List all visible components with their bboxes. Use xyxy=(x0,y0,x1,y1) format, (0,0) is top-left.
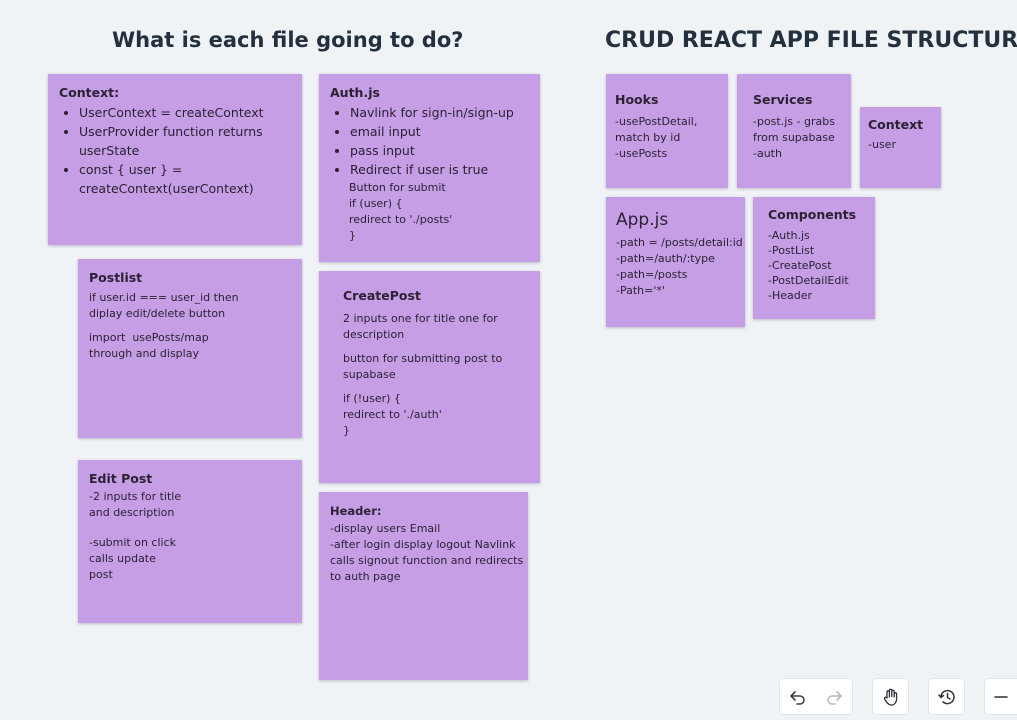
undo-redo-group xyxy=(779,678,853,715)
note-title: Hooks xyxy=(615,92,659,107)
sticky-note-hooks[interactable]: Hooks -usePostDetail, match by id -usePo… xyxy=(606,74,728,188)
note-line: import usePosts/map xyxy=(89,331,209,344)
note-line: post xyxy=(89,568,113,581)
hand-tool-button[interactable] xyxy=(873,679,908,715)
sticky-note-auth-js[interactable]: Auth.js Navlink for sign-in/sign-up emai… xyxy=(319,74,540,262)
note-line: -usePostDetail, xyxy=(615,115,698,128)
note-line: -display users Email xyxy=(330,522,441,535)
note-title: CreatePost xyxy=(343,288,421,303)
sticky-note-edit-post[interactable]: Edit Post -2 inputs for title and descri… xyxy=(78,460,302,623)
sticky-note-components[interactable]: Components -Auth.js -PostList -CreatePos… xyxy=(753,197,875,319)
list-item: email input xyxy=(350,122,529,141)
note-line: -user xyxy=(868,138,896,151)
zoom-out-button[interactable] xyxy=(985,679,1017,715)
sticky-note-context[interactable]: Context -user xyxy=(860,107,941,188)
note-title: Context xyxy=(868,117,924,132)
note-line: -2 inputs for title xyxy=(89,490,182,503)
note-line: to auth page xyxy=(330,570,401,583)
note-line: redirect to './auth' xyxy=(343,408,442,421)
note-line: } xyxy=(343,424,350,437)
note-title: Edit Post xyxy=(89,471,153,486)
note-line: Button for submit xyxy=(349,181,446,194)
note-title: Header: xyxy=(330,504,382,518)
note-line: -Path='*' xyxy=(616,284,665,297)
note-line: -auth xyxy=(753,147,782,160)
note-line: if (!user) { xyxy=(343,392,401,405)
note-line: calls update xyxy=(89,552,156,565)
heading-file-structure: CRUD REACT APP FILE STRUCTURE xyxy=(605,28,1017,53)
note-line: description xyxy=(343,328,405,341)
list-item: const { user } = createContext(userConte… xyxy=(79,160,291,198)
heading-what-each-file-does: What is each file going to do? xyxy=(112,28,464,52)
history-group xyxy=(928,678,965,715)
note-title: Auth.js xyxy=(330,85,380,100)
list-item: UserProvider function returns userState xyxy=(79,122,291,160)
hand-icon xyxy=(883,688,897,706)
note-line: -CreatePost xyxy=(768,259,832,272)
note-line: -PostList xyxy=(768,244,815,257)
sticky-note-context-description[interactable]: Context: UserContext = createContext Use… xyxy=(48,74,302,245)
redo-icon xyxy=(827,690,842,705)
sticky-note-app-js[interactable]: App.js -path = /posts/detail:id -path=/a… xyxy=(606,197,745,327)
list-item: Redirect if user is true xyxy=(350,160,529,179)
note-title: App.js xyxy=(616,210,669,230)
note-line: -usePosts xyxy=(615,147,668,160)
redo-button[interactable] xyxy=(816,679,852,715)
hand-tool-group xyxy=(872,678,909,715)
note-bullet-list: Navlink for sign-in/sign-up email input … xyxy=(330,103,529,179)
note-title: Postlist xyxy=(89,270,143,285)
note-line: if user.id === user_id then xyxy=(89,291,239,304)
note-line: -Auth.js xyxy=(768,229,810,242)
note-line: -PostDetailEdit xyxy=(768,274,849,287)
note-line: and description xyxy=(89,506,175,519)
note-line: -post.js - grabs xyxy=(753,115,835,128)
sticky-note-services[interactable]: Services -post.js - grabs from supabase … xyxy=(737,74,851,188)
history-button[interactable] xyxy=(929,679,964,715)
note-line: } xyxy=(349,229,356,242)
note-line: button for submitting post to xyxy=(343,352,503,365)
note-line: from supabase xyxy=(753,131,835,144)
note-bullet-list: UserContext = createContext UserProvider… xyxy=(59,103,291,198)
note-line: -path=/posts xyxy=(616,268,688,281)
list-item: UserContext = createContext xyxy=(79,103,291,122)
note-line: -path = /posts/detail:id xyxy=(616,236,743,249)
note-title: Services xyxy=(753,92,813,107)
note-line: diplay edit/delete button xyxy=(89,307,226,320)
zoom-group xyxy=(984,678,1017,715)
note-line: supabase xyxy=(343,368,396,381)
minus-icon xyxy=(994,695,1008,698)
note-line: through and display xyxy=(89,347,199,360)
note-line: -path=/auth/:type xyxy=(616,252,715,265)
undo-button[interactable] xyxy=(780,679,816,715)
undo-icon xyxy=(790,690,805,705)
history-icon xyxy=(937,689,955,704)
note-line: -Header xyxy=(768,289,813,302)
note-title: Context: xyxy=(59,85,120,100)
sticky-note-createpost[interactable]: CreatePost 2 inputs one for title one fo… xyxy=(319,271,540,483)
sticky-note-postlist[interactable]: Postlist if user.id === user_id then dip… xyxy=(78,259,302,438)
list-item: Navlink for sign-in/sign-up xyxy=(350,103,529,122)
note-line: match by id xyxy=(615,131,681,144)
note-line: -after login display logout Navlink xyxy=(330,538,516,551)
note-line: 2 inputs one for title one for xyxy=(343,312,498,325)
list-item: pass input xyxy=(350,141,529,160)
note-line: calls signout function and redirects xyxy=(330,554,524,567)
note-line: -submit on click xyxy=(89,536,177,549)
sticky-note-header[interactable]: Header: -display users Email -after logi… xyxy=(319,492,528,680)
note-title: Components xyxy=(768,207,857,222)
note-line: if (user) { xyxy=(349,197,403,210)
note-line: redirect to './posts' xyxy=(349,213,453,226)
